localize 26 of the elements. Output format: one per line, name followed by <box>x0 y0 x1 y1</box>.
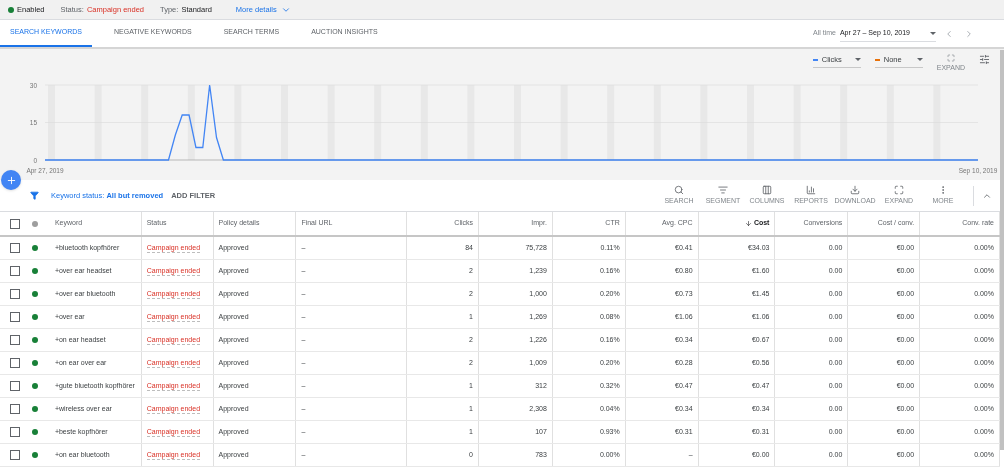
caret-icon <box>854 58 861 62</box>
checkbox[interactable] <box>9 427 20 437</box>
add-button[interactable] <box>1 170 21 190</box>
checkbox[interactable] <box>9 218 20 229</box>
bar-chart-icon <box>806 184 816 195</box>
columns-icon <box>762 184 772 195</box>
checkbox[interactable] <box>9 289 20 299</box>
expand-icon <box>894 184 904 195</box>
expand-icon <box>946 54 955 62</box>
checkbox[interactable] <box>9 266 20 276</box>
download-icon <box>850 184 860 195</box>
checkbox[interactable] <box>9 381 20 391</box>
checkbox[interactable] <box>9 404 20 414</box>
checkbox[interactable] <box>9 312 20 322</box>
checkbox[interactable] <box>9 358 20 368</box>
caret-icon <box>916 58 923 62</box>
settings-icon[interactable] <box>979 54 990 65</box>
checkbox[interactable] <box>9 450 20 460</box>
search-icon <box>674 184 684 195</box>
filter-icon <box>30 191 39 200</box>
sort-arrow-icon <box>744 220 752 227</box>
checkbox[interactable] <box>9 243 20 253</box>
plus-icon <box>5 174 17 186</box>
checkbox[interactable] <box>9 335 20 345</box>
lines-icon <box>718 184 728 195</box>
caret-icon <box>930 31 936 35</box>
